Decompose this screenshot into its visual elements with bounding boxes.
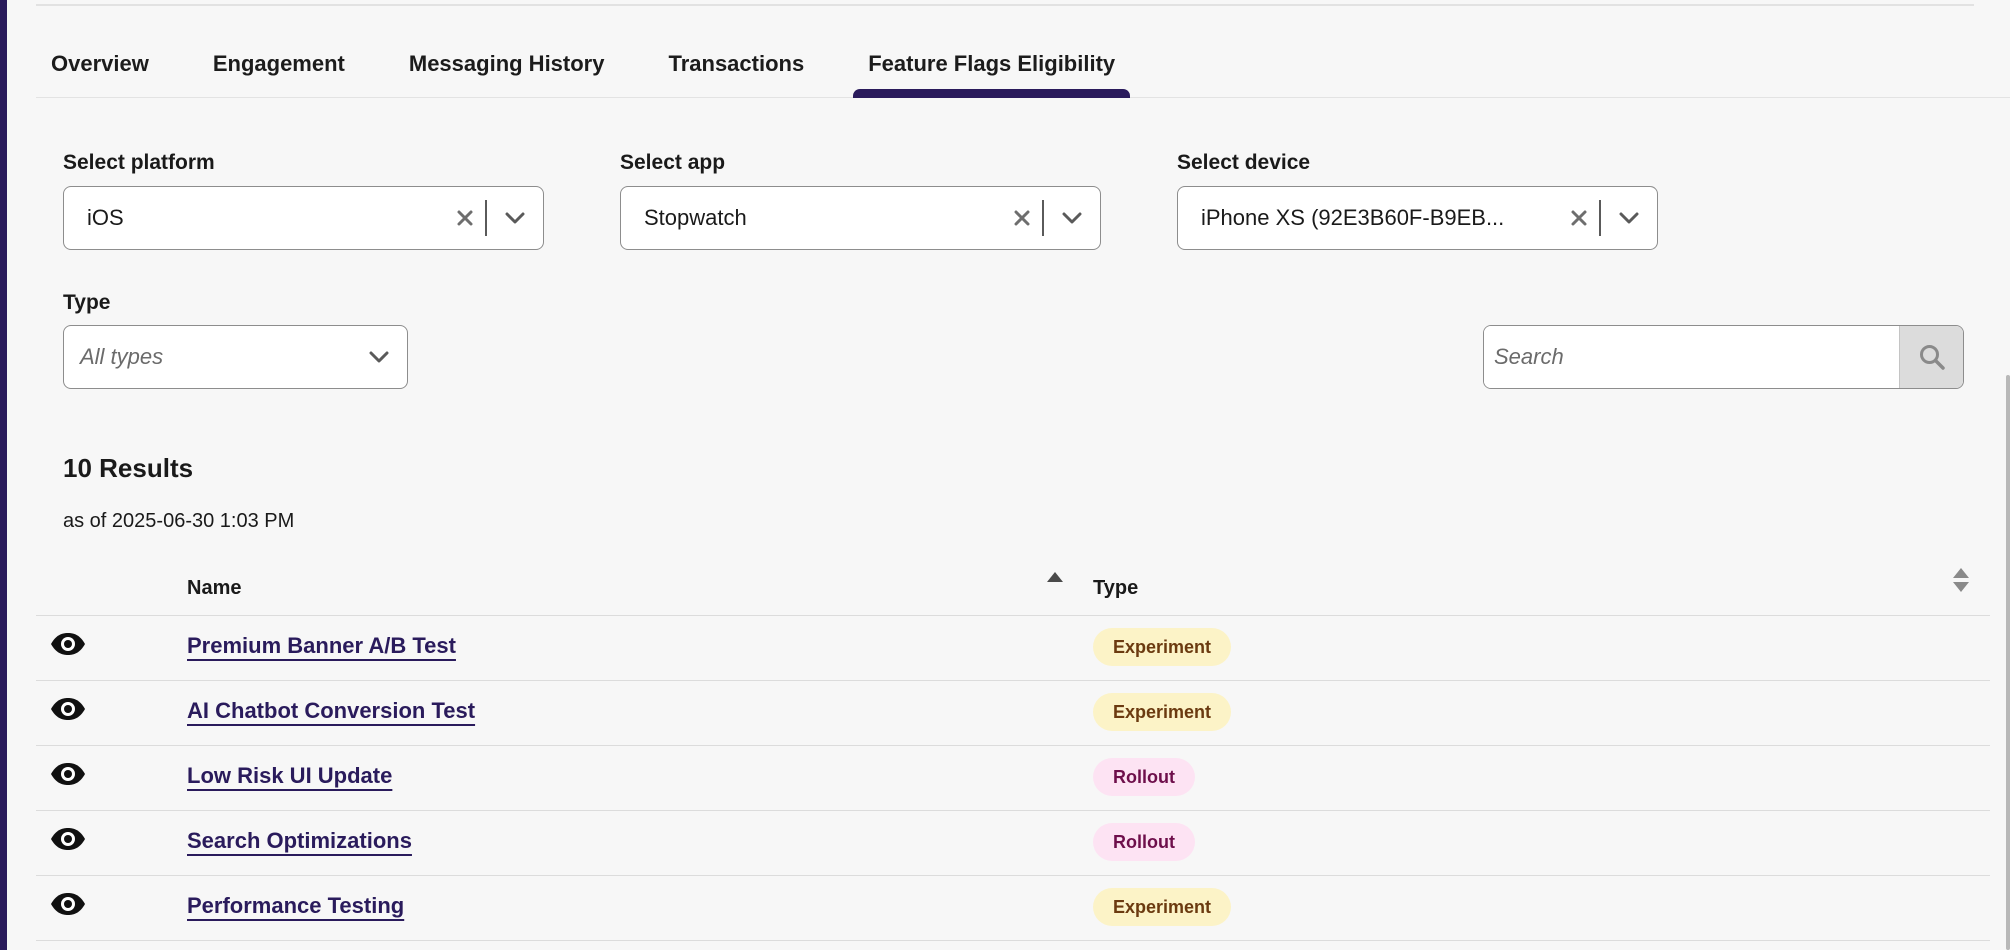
sort-ascending-icon[interactable] <box>1047 569 1063 587</box>
table-row[interactable]: Low Risk UI Update Rollout <box>36 746 1990 811</box>
table-row[interactable]: Search Optimizations Rollout <box>36 811 1990 876</box>
eye-icon[interactable] <box>50 892 86 921</box>
type-label: Type <box>63 291 111 314</box>
device-value: iPhone XS (92E3B60F-B9EB... <box>1201 205 1505 230</box>
app-sidebar-edge <box>0 0 7 950</box>
card-top-edge <box>36 0 1974 6</box>
device-select[interactable]: iPhone XS (92E3B60F-B9EB... <box>1177 186 1658 250</box>
chevron-down-icon[interactable] <box>487 212 543 224</box>
eye-icon[interactable] <box>50 697 86 726</box>
eye-icon[interactable] <box>50 632 86 661</box>
results-count: 10 Results <box>63 453 194 483</box>
search-button[interactable] <box>1899 326 1963 388</box>
type-badge: Rollout <box>1093 758 1195 796</box>
platform-select[interactable]: iOS <box>63 186 544 250</box>
flag-name-link[interactable]: Low Risk UI Update <box>187 763 392 789</box>
chevron-down-icon[interactable] <box>1044 212 1100 224</box>
tab-engagement[interactable]: Engagement <box>198 36 360 98</box>
search-box <box>1483 325 1964 389</box>
device-label: Select device <box>1177 151 1311 174</box>
close-icon[interactable] <box>445 209 485 227</box>
close-icon[interactable] <box>1559 209 1599 227</box>
table-header: Name Type <box>36 555 1990 616</box>
tab-feature-flags-eligibility[interactable]: Feature Flags Eligibility <box>853 36 1131 98</box>
flag-name-link[interactable]: AI Chatbot Conversion Test <box>187 698 475 724</box>
eye-icon[interactable] <box>50 762 86 791</box>
flag-name-link[interactable]: Search Optimizations <box>187 828 412 854</box>
sort-icon[interactable] <box>1953 568 1969 597</box>
type-badge: Rollout <box>1093 823 1195 861</box>
tab-transactions[interactable]: Transactions <box>653 36 819 98</box>
eye-icon[interactable] <box>50 827 86 856</box>
app-select[interactable]: Stopwatch <box>620 186 1101 250</box>
app-value: Stopwatch <box>644 205 747 230</box>
profile-tabs: Overview Engagement Messaging History Tr… <box>36 36 2010 98</box>
tab-messaging-history[interactable]: Messaging History <box>394 36 620 98</box>
chevron-down-icon[interactable] <box>351 351 407 363</box>
flag-name-link[interactable]: Performance Testing <box>187 893 404 919</box>
platform-label: Select platform <box>63 151 215 174</box>
search-icon <box>1919 345 1945 370</box>
page-scrollbar[interactable] <box>2006 375 2010 950</box>
chevron-down-icon[interactable] <box>1601 212 1657 224</box>
table-row[interactable]: Performance Testing Experiment <box>36 876 1990 941</box>
table-row[interactable]: AI Chatbot Conversion Test Experiment <box>36 681 1990 746</box>
table-row[interactable]: Premium Banner A/B Test Experiment <box>36 616 1990 681</box>
search-input[interactable] <box>1484 326 1899 388</box>
flag-name-link[interactable]: Premium Banner A/B Test <box>187 633 456 659</box>
type-badge: Experiment <box>1093 888 1232 926</box>
app-label: Select app <box>620 151 726 174</box>
column-header-name[interactable]: Name <box>187 577 241 600</box>
results-timestamp: as of 2025-06-30 1:03 PM <box>63 510 295 532</box>
type-badge: Experiment <box>1093 693 1232 731</box>
tab-overview[interactable]: Overview <box>36 36 164 98</box>
feature-flags-table: Name Type Premium Banner A/B Test Experi… <box>36 555 1990 941</box>
type-placeholder: All types <box>80 344 164 369</box>
type-badge: Experiment <box>1093 628 1232 666</box>
platform-value: iOS <box>87 205 124 230</box>
type-select[interactable]: All types <box>63 325 408 389</box>
close-icon[interactable] <box>1002 209 1042 227</box>
column-header-type[interactable]: Type <box>1093 577 1138 600</box>
